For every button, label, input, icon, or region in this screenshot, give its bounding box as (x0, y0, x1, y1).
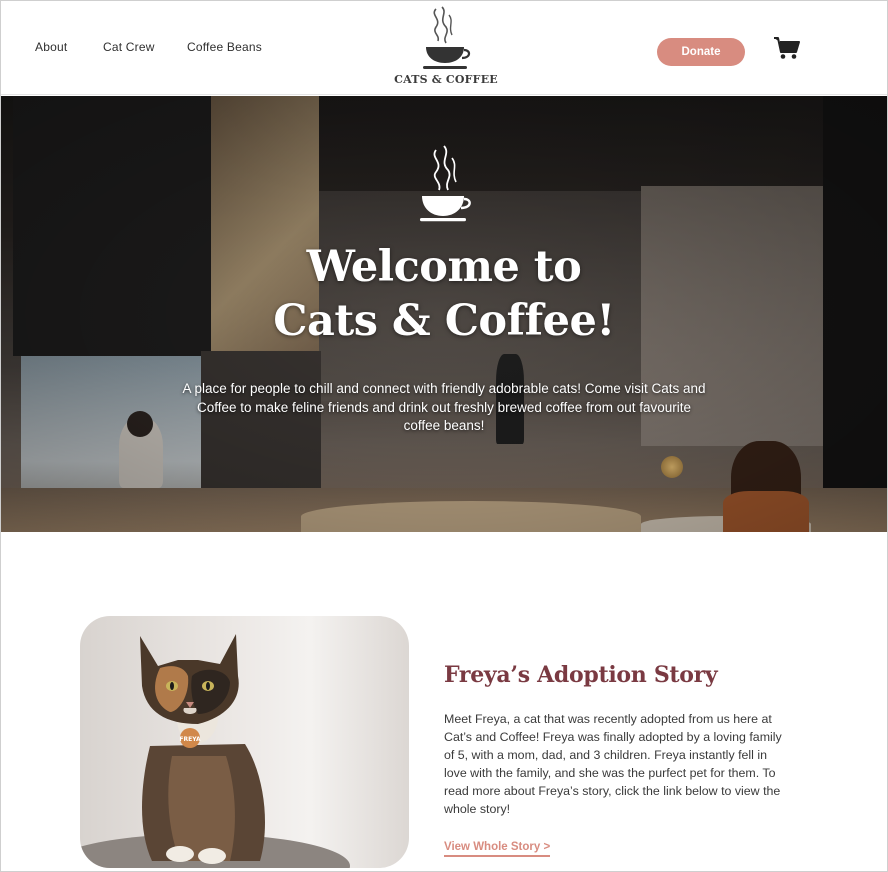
hero-subtitle: A place for people to chill and connect … (182, 381, 706, 433)
nav-coffee-beans-link[interactable]: Coffee Beans (187, 40, 262, 54)
site-logo[interactable]: CATS & COFFEE (394, 5, 498, 89)
logo-text: CATS & COFFEE (394, 73, 498, 86)
cat-photo: FREYA (80, 616, 409, 868)
nav-cat-crew-link[interactable]: Cat Crew (103, 40, 155, 54)
hero-banner: Welcome to Cats & Coffee! A place for pe… (1, 96, 887, 532)
site-header: About Cat Crew Coffee Beans CATS & COFFE… (1, 1, 887, 95)
hero-title: Welcome to Cats & Coffee! (1, 240, 887, 348)
nav-about-link[interactable]: About (35, 40, 67, 54)
story-body: Meet Freya, a cat that was recently adop… (444, 712, 782, 816)
hero-title-line-1: Welcome to (306, 242, 582, 292)
coffee-cup-logo-icon (423, 6, 471, 69)
donate-button[interactable]: Donate (657, 38, 745, 66)
shopping-cart-icon[interactable] (773, 35, 801, 66)
coffee-cup-icon (420, 145, 471, 222)
story-title: Freya’s Adoption Story (444, 662, 718, 688)
hero-title-line-2: Cats & Coffee! (273, 296, 615, 346)
cat-tag-text: FREYA (179, 736, 201, 743)
view-whole-story-link[interactable]: View Whole Story > (444, 841, 551, 857)
